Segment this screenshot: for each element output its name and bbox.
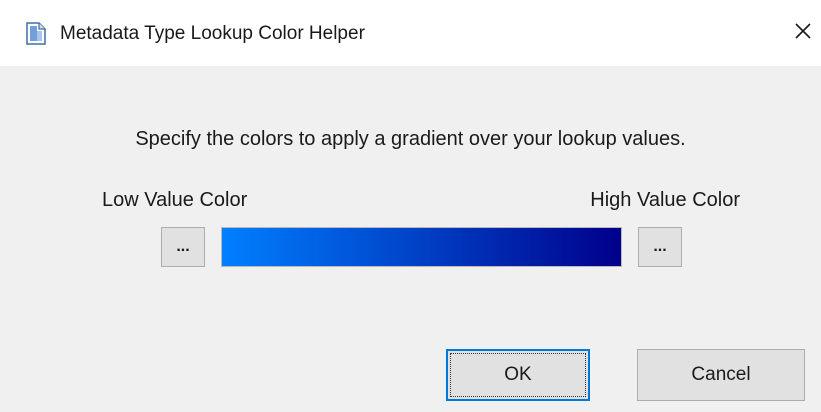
gradient-preview — [221, 227, 622, 267]
instruction-text: Specify the colors to apply a gradient o… — [135, 128, 686, 150]
close-icon — [794, 22, 812, 45]
high-value-color-label: High Value Color — [590, 189, 740, 211]
low-value-color-label: Low Value Color — [102, 189, 248, 211]
cancel-button[interactable]: Cancel — [637, 349, 805, 401]
dialog-window: Metadata Type Lookup Color Helper Specif… — [0, 0, 821, 412]
ok-button-label: OK — [504, 364, 532, 385]
title-bar[interactable]: Metadata Type Lookup Color Helper — [0, 0, 821, 66]
ok-button[interactable]: OK — [446, 349, 590, 401]
low-color-picker-button[interactable]: ... — [161, 227, 205, 267]
close-button[interactable] — [788, 18, 818, 48]
document-icon — [26, 22, 46, 45]
high-color-picker-button[interactable]: ... — [638, 227, 682, 267]
window-title: Metadata Type Lookup Color Helper — [60, 23, 365, 44]
